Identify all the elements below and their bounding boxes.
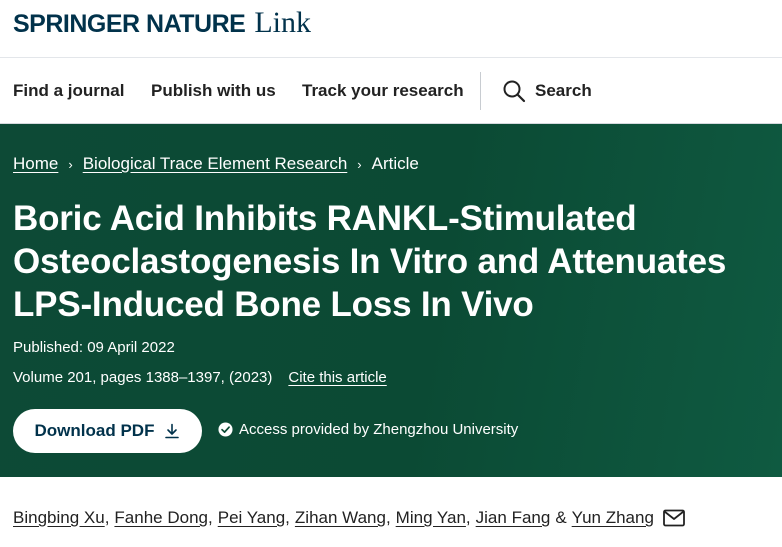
- article-header: Home › Biological Trace Element Research…: [0, 124, 782, 477]
- access-info: Access provided by Zhengzhou University: [218, 421, 518, 438]
- search-label: Search: [535, 81, 592, 100]
- chevron-right-icon: ›: [357, 156, 362, 172]
- breadcrumb: Home › Biological Trace Element Research…: [13, 154, 419, 174]
- breadcrumb-current: Article: [371, 154, 419, 173]
- main-navigation: Find a journal Publish with us Track you…: [0, 59, 782, 124]
- springer-nature-link-logo[interactable]: SPRINGER NATURE Link: [13, 6, 311, 40]
- author-link[interactable]: Jian Fang: [476, 508, 551, 528]
- nav-divider: [480, 72, 481, 110]
- volume-info: Volume 201, pages 1388–1397, (2023) Cite…: [13, 369, 387, 386]
- mail-icon[interactable]: [663, 509, 685, 527]
- nav-publish-with-us[interactable]: Publish with us: [151, 81, 276, 101]
- logo-text-strong: SPRINGER NATURE: [13, 10, 246, 38]
- chevron-right-icon: ›: [68, 156, 73, 172]
- article-title: Boric Acid Inhibits RANKL-Stimulated Ost…: [13, 199, 727, 324]
- author-link[interactable]: Zihan Wang: [295, 508, 386, 528]
- author-separator: ,: [285, 508, 290, 527]
- author-list: Bingbing Xu, Fanhe Dong, Pei Yang, Zihan…: [13, 508, 685, 528]
- search-button[interactable]: Search: [502, 79, 592, 103]
- download-pdf-button[interactable]: Download PDF: [13, 409, 202, 453]
- author-separator: ,: [208, 508, 213, 527]
- brand-bar: SPRINGER NATURE Link: [0, 0, 782, 58]
- published-date: Published: 09 April 2022: [13, 339, 175, 356]
- cite-this-article-link[interactable]: Cite this article: [288, 369, 386, 386]
- check-circle-icon: [218, 422, 233, 437]
- search-icon: [503, 80, 526, 103]
- download-icon: [165, 423, 180, 439]
- breadcrumb-journal[interactable]: Biological Trace Element Research: [83, 154, 348, 174]
- author-link[interactable]: Bingbing Xu: [13, 508, 105, 528]
- corresponding-author-link[interactable]: Yun Zhang: [572, 508, 654, 528]
- author-link[interactable]: Pei Yang: [218, 508, 285, 528]
- author-link[interactable]: Ming Yan: [396, 508, 466, 528]
- logo-text-link: Link: [254, 6, 312, 39]
- download-pdf-label: Download PDF: [34, 421, 155, 440]
- volume-text: Volume 201, pages 1388–1397, (2023): [13, 369, 273, 386]
- author-separator: ,: [465, 508, 471, 527]
- author-ampersand: &: [555, 508, 567, 527]
- nav-find-a-journal[interactable]: Find a journal: [13, 81, 124, 101]
- nav-track-your-research[interactable]: Track your research: [302, 81, 464, 101]
- breadcrumb-home[interactable]: Home: [13, 154, 58, 174]
- author-separator: ,: [104, 508, 110, 527]
- access-text: Access provided by Zhengzhou University: [239, 421, 519, 438]
- author-link[interactable]: Fanhe Dong: [114, 508, 208, 528]
- author-separator: ,: [385, 508, 391, 527]
